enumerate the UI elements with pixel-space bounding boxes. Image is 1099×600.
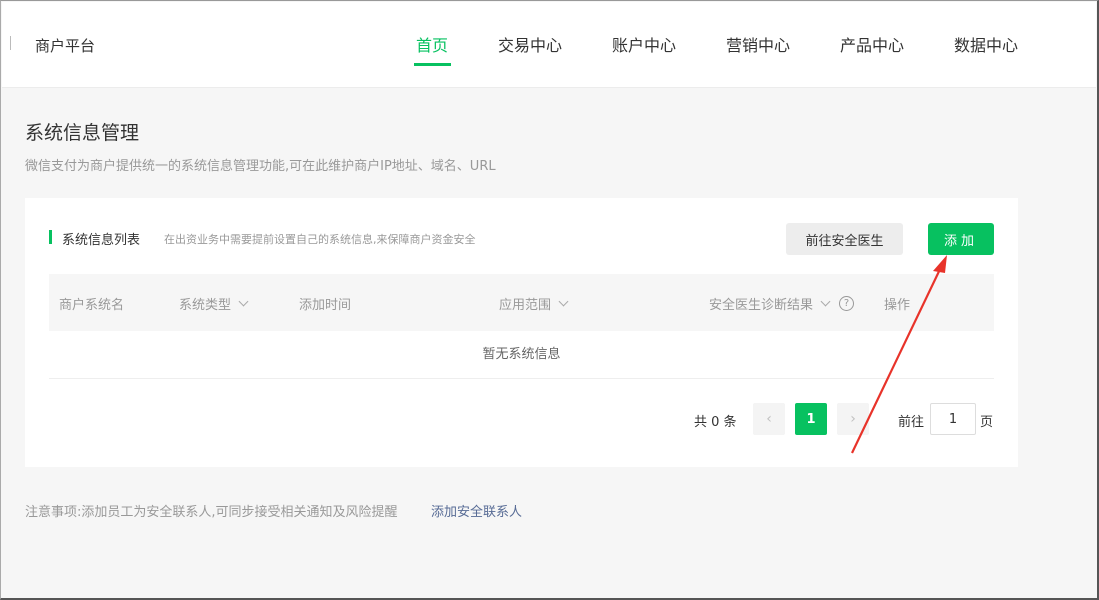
nav-home[interactable]: 首页 <box>416 32 448 56</box>
goto-page-input[interactable] <box>930 403 976 435</box>
page-description: 微信支付为商户提供统一的系统信息管理功能,可在此维护商户IP地址、域名、URL <box>25 159 496 174</box>
chevron-down-icon[interactable] <box>558 296 569 307</box>
brand-divider <box>10 36 11 50</box>
column-header-time: 添加时间 <box>299 294 351 313</box>
active-nav-indicator <box>414 63 451 66</box>
table-header: 商户系统名 系统类型 添加时间 应用范围 安全医生诊断结果 ? 操作 <box>49 274 994 331</box>
column-label: 应用范围 <box>499 298 552 313</box>
chevron-down-icon[interactable] <box>820 296 831 307</box>
section-title: 系统信息列表 <box>62 233 141 248</box>
brand-title: 商户平台 <box>35 37 96 55</box>
section-note: 在出资业务中需要提前设置自己的系统信息,来保障商户资金安全 <box>164 233 476 246</box>
add-button[interactable]: 添加 <box>928 223 994 255</box>
column-label: 系统类型 <box>179 298 232 313</box>
nav-transactions[interactable]: 交易中心 <box>498 32 562 56</box>
system-info-card: 系统信息列表 在出资业务中需要提前设置自己的系统信息,来保障商户资金安全 前往安… <box>25 198 1018 467</box>
nav-marketing[interactable]: 营销中心 <box>726 32 790 56</box>
help-icon[interactable]: ? <box>839 296 855 311</box>
column-label: 安全医生诊断结果 <box>709 298 814 313</box>
chevron-down-icon[interactable] <box>238 296 249 307</box>
page-1-button[interactable]: 1 <box>795 403 827 435</box>
column-header-type[interactable]: 系统类型 <box>179 294 249 313</box>
column-header-diagnosis[interactable]: 安全医生诊断结果 ? <box>709 294 855 313</box>
column-label: 添加时间 <box>299 298 352 313</box>
footer-note: 注意事项:添加员工为安全联系人,可同步接受相关通知及风险提醒 <box>25 505 398 520</box>
nav-products[interactable]: 产品中心 <box>840 32 904 56</box>
add-security-contact-link[interactable]: 添加安全联系人 <box>431 501 522 520</box>
window-frame: 商户平台 首页 交易中心 账户中心 营销中心 产品中心 数据中心 系统信息管理 … <box>0 0 1099 600</box>
nav-account[interactable]: 账户中心 <box>612 32 676 56</box>
column-header-scope[interactable]: 应用范围 <box>499 294 569 313</box>
column-header-name: 商户系统名 <box>59 294 124 313</box>
column-header-actions: 操作 <box>884 294 910 313</box>
top-header: 商户平台 首页 交易中心 账户中心 营销中心 产品中心 数据中心 <box>2 2 1096 88</box>
goto-suffix: 页 <box>980 415 994 430</box>
column-label: 操作 <box>884 298 911 313</box>
prev-page-button[interactable]: ‹ <box>753 403 785 435</box>
page-title: 系统信息管理 <box>25 122 140 144</box>
empty-table-message: 暂无系统信息 <box>49 331 994 379</box>
security-doctor-button[interactable]: 前往安全医生 <box>786 223 903 255</box>
nav-data[interactable]: 数据中心 <box>954 32 1018 56</box>
column-label: 商户系统名 <box>59 298 125 313</box>
pagination-total: 共 0 条 <box>694 415 737 430</box>
goto-label: 前往 <box>898 415 925 430</box>
section-accent-bar <box>49 230 52 244</box>
next-page-button[interactable]: › <box>837 403 869 435</box>
